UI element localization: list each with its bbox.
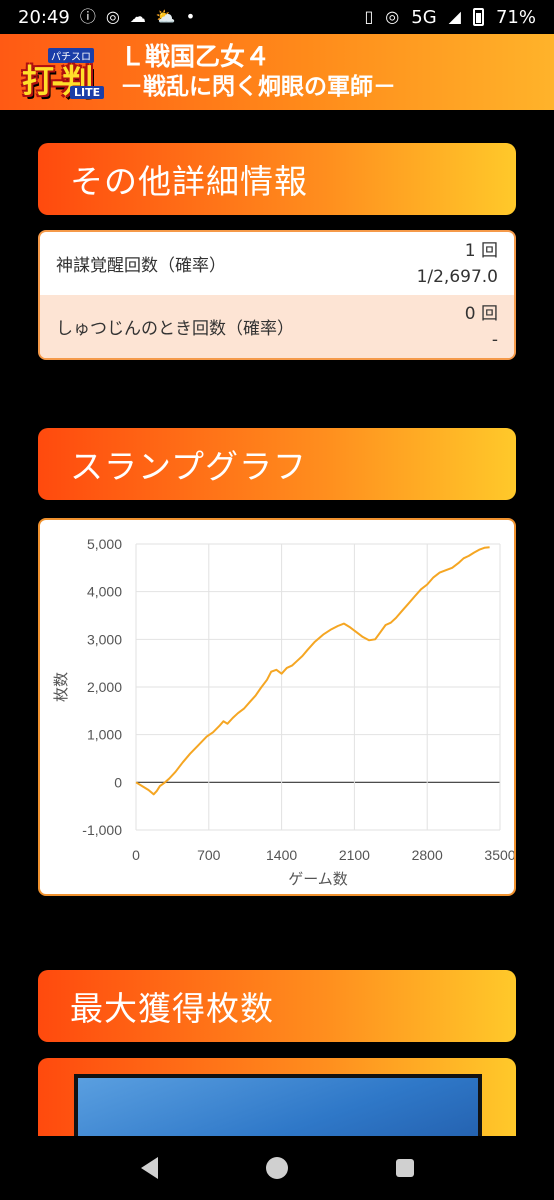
machine-title-line2: －戦乱に閃く炯眼の軍師－ [120,74,396,100]
x-axis-label: ゲーム数 [288,870,348,888]
details-count: 1 回 [464,240,498,261]
app-header: パチスロ 打-判 LITE Ｌ戦国乙女４ －戦乱に閃く炯眼の軍師－ [0,34,554,110]
y-tick-label: 1,000 [87,727,122,743]
hotspot-icon: ◎ [105,7,120,26]
y-tick-label: 5,000 [87,536,122,552]
details-label: しゅつじんのとき回数（確率） [56,319,294,339]
status-time: 20:49 [18,6,70,28]
app-logo[interactable]: パチスロ 打-判 LITE [18,42,116,102]
section-header-graph: スランプグラフ [38,428,516,500]
x-tick-label: 2100 [339,847,370,863]
section-header-details: その他詳細情報 [38,143,516,215]
section-title-details: その他詳細情報 [70,162,308,201]
back-icon[interactable] [140,1157,158,1179]
y-tick-label: 0 [114,774,122,790]
details-label: 神謀覚醒回数（確率） [56,256,226,276]
cloud-icon: ☁ [129,7,146,26]
x-tick-label: 700 [197,847,221,863]
signal-icon: ◢ [448,7,461,26]
battery-level: 71% [495,6,536,28]
section-title-max: 最大獲得枚数 [70,989,274,1028]
section-title-graph: スランプグラフ [70,447,308,486]
x-tick-label: 1400 [266,847,297,863]
machine-title: Ｌ戦国乙女４ －戦乱に閃く炯眼の軍師－ [120,41,396,103]
slump-graph: 5,000 4,000 3,000 2,000 1,000 0 -1,000 0 700 1400… [38,518,516,896]
hotspot-icon: ◎ [385,7,400,26]
x-tick-label: 3500 [484,847,514,863]
logo-lite-text: LITE [70,86,105,99]
weather-icon: ⛅ [155,7,176,26]
system-nav-bar [0,1136,554,1200]
home-icon[interactable] [265,1157,288,1179]
details-row: しゅつじんのとき回数（確率） 0 回 - [40,295,514,358]
vibrate-icon: ▯ [364,7,374,26]
info-icon: ⓘ [79,7,96,26]
slump-line [135,546,490,796]
x-tick-label: 0 [132,847,140,863]
status-bar: 20:49 ⓘ ◎ ☁ ⛅ • ▯ ◎ 5G ◢ 71% [0,0,554,34]
details-table: 神謀覚醒回数（確率） 1 回 1/2,697.0 しゅつじんのとき回数（確率） … [38,230,516,360]
details-probability: - [491,329,498,350]
y-tick-label: 2,000 [87,679,122,695]
details-probability: 1/2,697.0 [416,266,498,287]
y-tick-label: 3,000 [87,631,122,647]
recents-icon[interactable] [395,1159,414,1177]
section-header-max: 最大獲得枚数 [38,970,516,1042]
y-tick-label: -1,000 [82,822,122,838]
details-row: 神謀覚醒回数（確率） 1 回 1/2,697.0 [40,232,514,295]
machine-title-line1: Ｌ戦国乙女４ [120,42,271,71]
y-tick-label: 4,000 [87,584,122,600]
dot-icon: • [185,7,196,26]
details-count: 0 回 [464,303,498,324]
x-tick-label: 2800 [412,847,443,863]
battery-icon [472,8,484,26]
slump-graph-svg: 5,000 4,000 3,000 2,000 1,000 0 -1,000 0 700 1400… [52,536,514,888]
network-type: 5G [411,6,437,28]
y-axis-label: 枚数 [52,672,70,702]
